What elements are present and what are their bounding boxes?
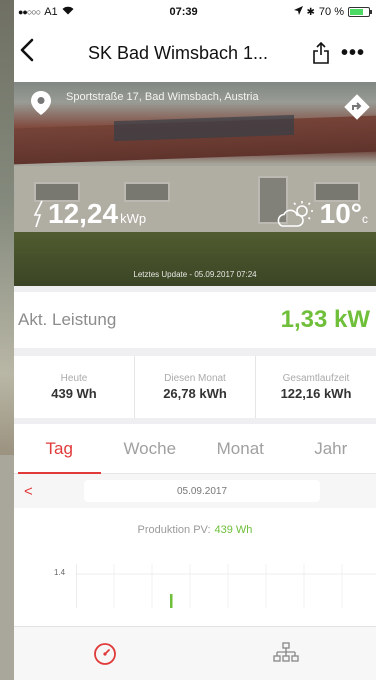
summary-section: Akt. Leistung 1,33 kW Heute 439 Wh Diese… <box>14 286 376 424</box>
background-photo-edge-bottom <box>0 455 14 680</box>
y-tick-label: 1.4 <box>54 568 66 577</box>
signal-icon: ●●○○○ <box>18 7 41 17</box>
last-update: Letztes Update - 05.09.2017 07:24 <box>133 270 257 279</box>
current-power-value: 1,33 kW <box>280 306 370 333</box>
stat-total: Gesamtlaufzeit 122,16 kWh <box>280 373 352 401</box>
network-icon <box>272 641 299 662</box>
weather: 10° c <box>276 198 368 230</box>
peak-power-unit: kWp <box>120 211 147 226</box>
lightning-icon <box>33 200 43 228</box>
battery-icon <box>347 7 372 17</box>
back-button[interactable] <box>20 38 50 68</box>
share-icon <box>313 42 329 64</box>
production-value: 439 Wh <box>214 524 253 536</box>
plant-photo-header: Sportstraße 17, Bad Wimsbach, Austria 12… <box>14 82 376 286</box>
date-field[interactable]: 05.09.2017 <box>84 480 320 502</box>
tab-day[interactable]: Tag <box>14 424 105 474</box>
current-power-label: Akt. Leistung <box>18 310 117 329</box>
bluetooth-icon: ✱ <box>306 6 315 18</box>
battery-percent: 70 % <box>318 6 344 18</box>
address-text: Sportstraße 17, Bad Wimsbach, Austria <box>66 91 259 103</box>
wifi-icon <box>62 6 74 18</box>
stat-month: Diesen Monat 26,78 kWh <box>135 356 256 418</box>
directions-button[interactable] <box>344 94 370 125</box>
address-row[interactable]: Sportstraße 17, Bad Wimsbach, Austria <box>30 90 332 116</box>
dashboard-icon <box>93 642 116 665</box>
share-button[interactable] <box>306 42 336 64</box>
navigation-bar: SK Bad Wimsbach 1... ••• <box>14 24 376 82</box>
production-label: Produktion PV: <box>137 524 211 536</box>
tab-month[interactable]: Monat <box>195 424 286 473</box>
location-icon <box>293 6 303 18</box>
production-summary: Produktion PV: 439 Wh <box>14 508 376 552</box>
previous-date-button[interactable]: < <box>24 483 84 500</box>
tab-year[interactable]: Jahr <box>286 424 376 473</box>
stat-today: Heute 439 Wh <box>14 356 135 418</box>
chart-grid <box>76 564 376 608</box>
temperature-value: 10° <box>319 198 362 229</box>
clock: 07:39 <box>169 6 198 18</box>
location-pin-icon <box>31 91 51 115</box>
more-button[interactable]: ••• <box>336 42 370 65</box>
tab-dashboard[interactable] <box>14 627 195 680</box>
tab-week[interactable]: Woche <box>105 424 196 473</box>
status-bar: ●●○○○ A1 07:39 ✱ 70 % <box>14 0 376 24</box>
app-window: ●●○○○ A1 07:39 ✱ 70 % SK Bad Wimsbach 1.… <box>14 0 376 680</box>
carrier-label: A1 <box>44 6 58 18</box>
production-chart: 1.4 <box>14 552 376 608</box>
page-title: SK Bad Wimsbach 1... <box>87 42 269 63</box>
current-power-row: Akt. Leistung 1,33 kW <box>14 292 376 348</box>
partly-sunny-icon <box>277 201 313 227</box>
energy-stats: Heute 439 Wh Diesen Monat 26,78 kWh Gesa… <box>14 356 376 418</box>
peak-power: 12,24 kWp <box>32 198 146 230</box>
tab-network[interactable] <box>195 627 376 680</box>
temperature-unit: c <box>362 212 368 226</box>
bottom-tab-bar <box>14 626 376 680</box>
production-bar <box>170 594 173 608</box>
peak-power-value: 12,24 <box>48 198 119 229</box>
period-tabs: Tag Woche Monat Jahr <box>14 424 376 474</box>
directions-icon <box>344 94 370 120</box>
date-picker: < 05.09.2017 <box>14 474 376 508</box>
